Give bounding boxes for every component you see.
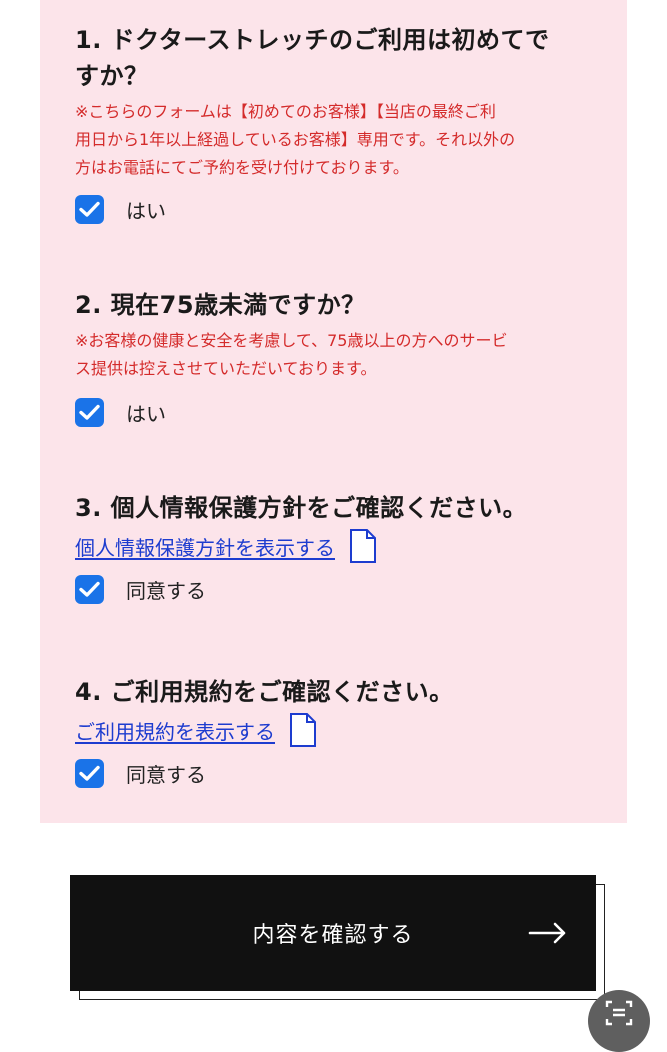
question-3-title-line1: 3. 個人情報保護方針をご確認ください。 [75, 494, 528, 522]
privacy-policy-link[interactable]: 個人情報保護方針を表示する [75, 532, 335, 561]
note-line: ス提供は控えさせていただいております。 [75, 359, 377, 378]
note-line: 方はお電話にてご予約を受け付けております。 [75, 158, 409, 177]
note-line: ※こちらのフォームは【初めてのお客様】【当店の最終ご利 [75, 102, 496, 121]
checkbox-checked[interactable] [75, 758, 104, 788]
question-1-checkbox-row[interactable]: はい [75, 192, 595, 226]
question-2-checkbox-row[interactable]: はい [75, 395, 595, 429]
check-icon [79, 201, 100, 217]
document-icon[interactable] [289, 712, 317, 748]
checkbox-checked[interactable] [75, 574, 104, 604]
question-4: 4. ご利用規約をご確認ください。 ご利用規約を表示する 同意する [75, 674, 595, 790]
terms-link-row: ご利用規約を表示する [75, 712, 595, 748]
terms-of-use-link[interactable]: ご利用規約を表示する [75, 716, 275, 745]
question-2: 2. 現在75歳未満ですか？ ※お客様の健康と安全を考慮して、75歳以上の方への… [75, 287, 595, 429]
checkbox-label: はい [126, 401, 166, 426]
note-line: ※お客様の健康と安全を考慮して、75歳以上の方へのサービ [75, 331, 508, 350]
question-2-title-line1: 2. 現在75歳未満ですか？ [75, 291, 366, 319]
confirm-button[interactable]: 内容を確認する [70, 875, 596, 991]
check-icon [79, 765, 100, 781]
document-icon[interactable] [349, 528, 377, 564]
question-4-title: 4. ご利用規約をご確認ください。 [75, 674, 595, 710]
confirm-button-label: 内容を確認する [252, 923, 414, 948]
floating-scan-button[interactable] [588, 990, 650, 1052]
arrow-right-icon [528, 922, 566, 944]
question-3-checkbox-row[interactable]: 同意する [75, 572, 595, 606]
privacy-policy-link-row: 個人情報保護方針を表示する [75, 528, 595, 564]
question-1-title: 1. ドクターストレッチのご利用は初めてで すか？ [75, 22, 595, 94]
question-1-note: ※こちらのフォームは【初めてのお客様】【当店の最終ご利 用日から1年以上経過して… [75, 98, 595, 182]
question-3: 3. 個人情報保護方針をご確認ください。 個人情報保護方針を表示する 同意する [75, 490, 595, 606]
note-line: 用日から1年以上経過しているお客様】専用です。それ以外の [75, 130, 516, 149]
question-4-title-line1: 4. ご利用規約をご確認ください。 [75, 678, 454, 706]
check-icon [79, 404, 100, 420]
question-1: 1. ドクターストレッチのご利用は初めてで すか？ ※こちらのフォームは【初めて… [75, 22, 595, 226]
checkbox-label: 同意する [126, 762, 206, 787]
checkbox-label: はい [126, 198, 166, 223]
checkbox-label: 同意する [126, 578, 206, 603]
question-3-title: 3. 個人情報保護方針をご確認ください。 [75, 490, 595, 526]
question-2-note: ※お客様の健康と安全を考慮して、75歳以上の方へのサービ ス提供は控えさせていた… [75, 327, 595, 383]
checkbox-checked[interactable] [75, 194, 104, 224]
question-4-checkbox-row[interactable]: 同意する [75, 756, 595, 790]
question-1-title-line1: 1. ドクターストレッチのご利用は初めてで [75, 26, 550, 54]
check-icon [79, 581, 100, 597]
question-2-title: 2. 現在75歳未満ですか？ [75, 287, 595, 323]
checkbox-checked[interactable] [75, 397, 104, 427]
question-1-title-line2: すか？ [75, 62, 149, 90]
